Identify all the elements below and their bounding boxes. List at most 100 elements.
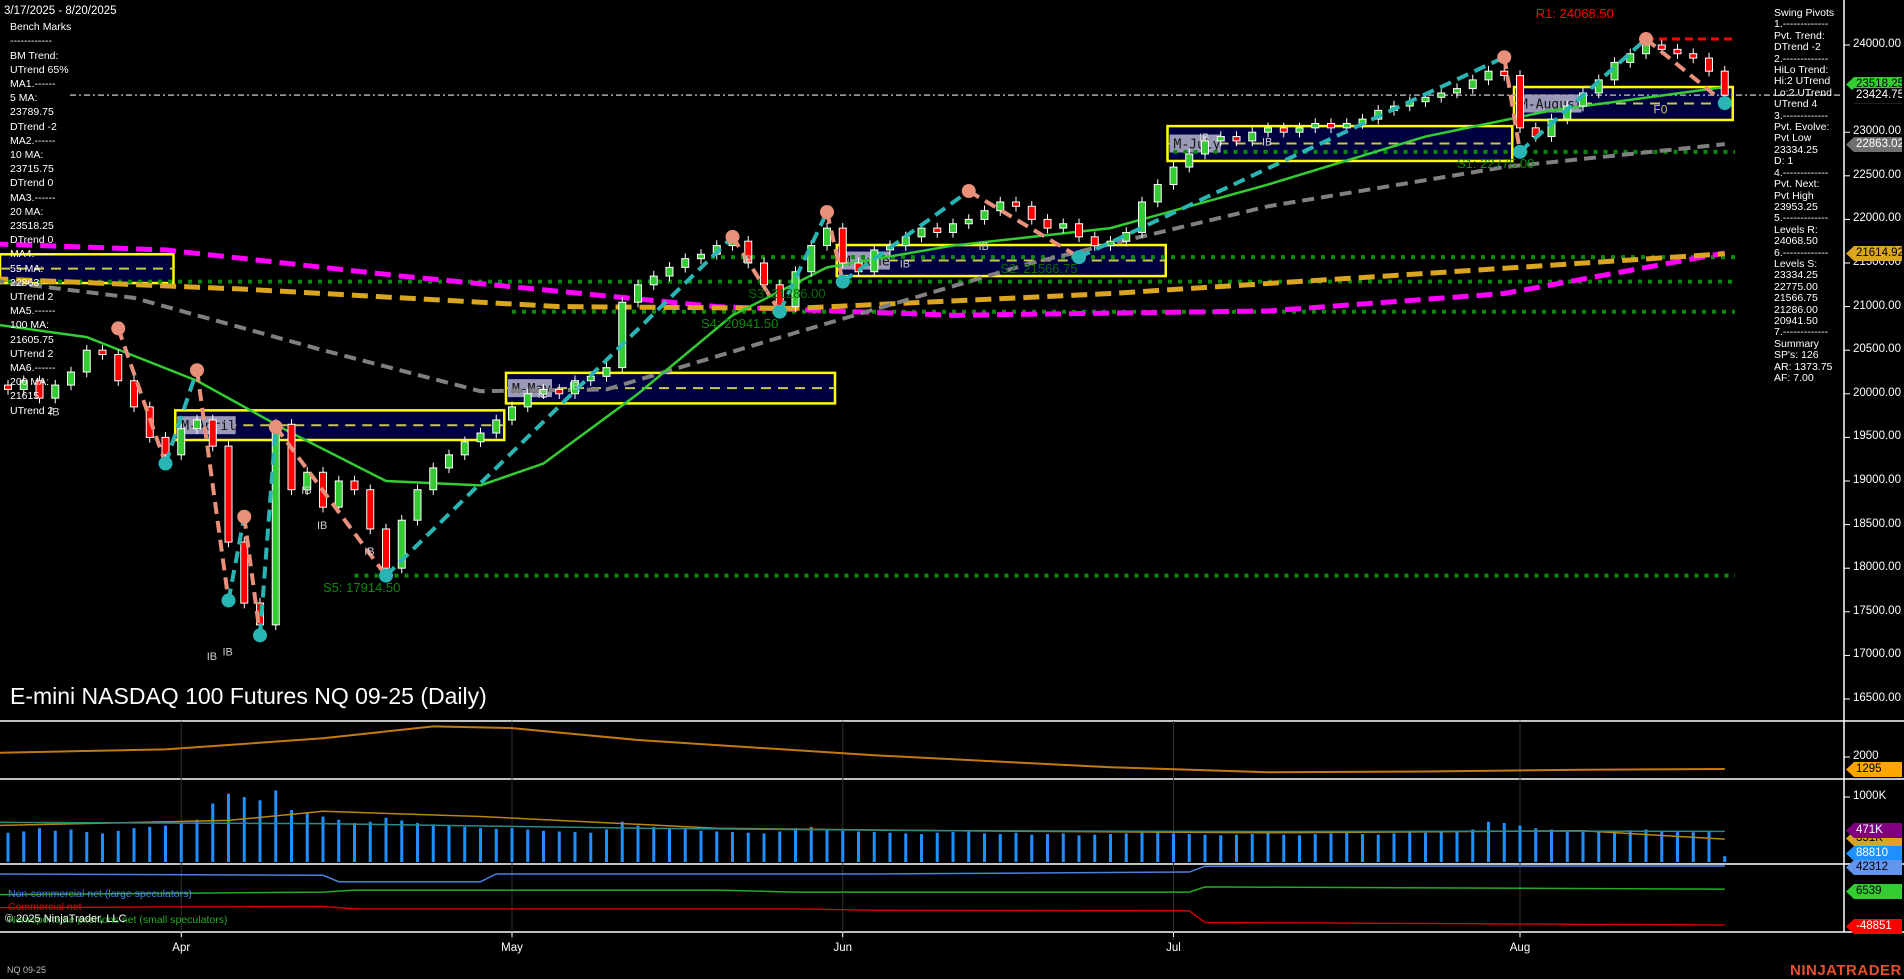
volume-bar: [70, 830, 73, 863]
price-chart[interactable]: M-AprilM-MayM-JuneM-JulyM-AugustF0IBIBIB…: [0, 0, 1904, 979]
candle-body: [650, 276, 657, 285]
volume-bar: [243, 797, 246, 862]
bench-mark-line: MA3.------: [10, 191, 117, 205]
volume-bar: [778, 831, 781, 862]
price-axis-label: 16500.00: [1853, 692, 1901, 704]
candle-body: [225, 446, 232, 542]
date-range: 3/17/2025 - 8/20/2025: [4, 4, 117, 18]
volume-bar: [353, 823, 356, 862]
candle-body: [241, 542, 248, 603]
candle-body: [1501, 71, 1508, 75]
bench-mark-line: MA4.------: [10, 247, 117, 261]
swing-low-marker: [253, 628, 267, 642]
candle-body: [194, 420, 201, 429]
panel2-line: [0, 726, 1725, 772]
volume-bar: [148, 827, 151, 862]
bench-mark-line: 200 MA:: [10, 375, 117, 389]
candle-body: [1658, 45, 1665, 49]
candle-body: [367, 490, 374, 529]
volume-bar: [290, 810, 293, 862]
volume-bar: [747, 833, 750, 862]
level-label: S5: 17914.50: [323, 580, 400, 595]
inside-bar-label: IB: [364, 546, 374, 558]
swing-low-marker: [836, 275, 850, 289]
volume-bar: [873, 832, 876, 862]
volume-bar: [54, 831, 57, 862]
bench-mark-line: 23715.75: [10, 162, 117, 176]
volume-bar: [1471, 830, 1474, 863]
legend-commercial: Commercial net: [8, 901, 82, 913]
volume-bar: [1125, 833, 1128, 862]
volume-bar: [1015, 833, 1018, 862]
bench-mark-line: 23789.75: [10, 105, 117, 119]
candle-body: [1107, 241, 1114, 245]
candle-body: [1028, 206, 1035, 219]
volume-bar: [936, 833, 939, 862]
volume-bar: [1629, 830, 1632, 862]
volume-bar: [448, 826, 451, 862]
candle-body: [178, 429, 185, 455]
candle-body: [934, 228, 941, 232]
candle-body: [1060, 224, 1067, 228]
candle-body: [871, 250, 878, 272]
volume-bar: [337, 820, 340, 862]
inside-bar-label: IB: [900, 258, 910, 270]
volume-bar: [1314, 834, 1317, 862]
value-tag: 42312: [1846, 860, 1902, 875]
swing-pivot-line: SP's: 126: [1774, 350, 1834, 361]
swing-high-marker: [962, 184, 976, 198]
price-axis-label: 19000.00: [1853, 474, 1901, 486]
volume-bar: [1267, 833, 1270, 862]
volume-bar: [511, 828, 514, 862]
volume-bar: [1188, 834, 1191, 862]
price-axis-label: 22000.00: [1853, 212, 1901, 224]
cot-large-speculators-line: [0, 866, 1725, 882]
volume-bar: [1613, 831, 1616, 862]
cot-commercial-line: [0, 906, 1725, 925]
value-tag: 1295: [1846, 762, 1902, 777]
volume-bar: [526, 830, 529, 863]
swing-high-marker: [269, 420, 283, 434]
level-label: S2: 21566.75: [1000, 261, 1077, 276]
bench-mark-line: 5 MA:: [10, 91, 117, 105]
candle-body: [1422, 97, 1429, 101]
candle-body: [1643, 45, 1650, 54]
volume-bar: [1172, 833, 1175, 862]
ninjatrader-logo: NINJATRADER: [1790, 962, 1902, 979]
bench-mark-line: UTrend 2: [10, 290, 117, 304]
swing-pivot-line: 21566.75: [1774, 293, 1834, 304]
inside-bar-label: IB: [317, 520, 327, 532]
bench-mark-line: DTrend 0: [10, 233, 117, 247]
volume-bar: [227, 794, 230, 862]
value-tag: 23424.75: [1846, 88, 1902, 103]
price-axis-label: 18500.00: [1853, 518, 1901, 530]
candle-body: [446, 455, 453, 468]
price-axis-label: 22500.00: [1853, 169, 1901, 181]
candle-body: [1343, 123, 1350, 127]
swing-pivot-line: 5.-------------: [1774, 213, 1834, 224]
candle-body: [1674, 49, 1681, 53]
volume-bar: [1251, 834, 1254, 862]
candle-body: [1265, 128, 1272, 132]
swing-pivot-line: DTrend -2: [1774, 42, 1834, 53]
swing-high-marker: [237, 510, 251, 524]
swing-high-marker: [820, 205, 834, 219]
volume-bar: [38, 828, 41, 862]
volume-bar: [952, 832, 955, 862]
volume-bar: [1062, 833, 1065, 862]
bench-mark-line: 10 MA:: [10, 148, 117, 162]
bench-mark-line: UTrend 2: [10, 404, 117, 418]
bench-mark-line: ------------: [10, 34, 117, 48]
time-axis-label: Apr: [172, 942, 190, 954]
candle-body: [1706, 58, 1713, 71]
candle-body: [477, 433, 484, 442]
volume-bar: [1550, 830, 1553, 863]
inside-bar-label: IB: [1262, 136, 1272, 148]
price-axis-label: 23000.00: [1853, 125, 1901, 137]
bench-mark-line: MA1.------: [10, 77, 117, 91]
bench-mark-line: 100 MA:: [10, 318, 117, 332]
level-label: S1: 22775.00: [1457, 156, 1534, 171]
candle-body: [524, 394, 531, 407]
candle-body: [824, 228, 831, 245]
volume-bar: [369, 822, 372, 862]
